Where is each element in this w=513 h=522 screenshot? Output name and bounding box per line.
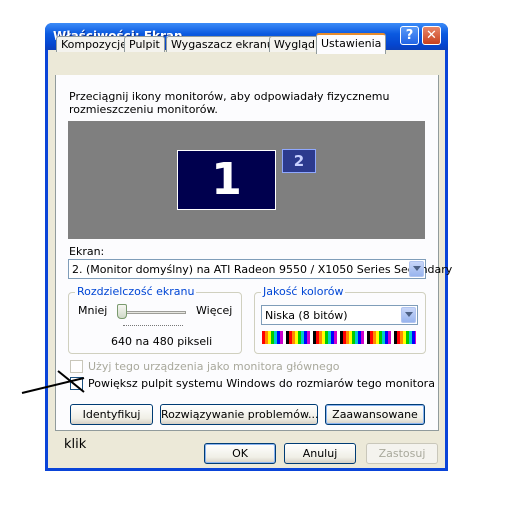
tab-ustawienia[interactable]: Ustawienia [316,33,387,54]
annotation-arrow [21,370,85,394]
